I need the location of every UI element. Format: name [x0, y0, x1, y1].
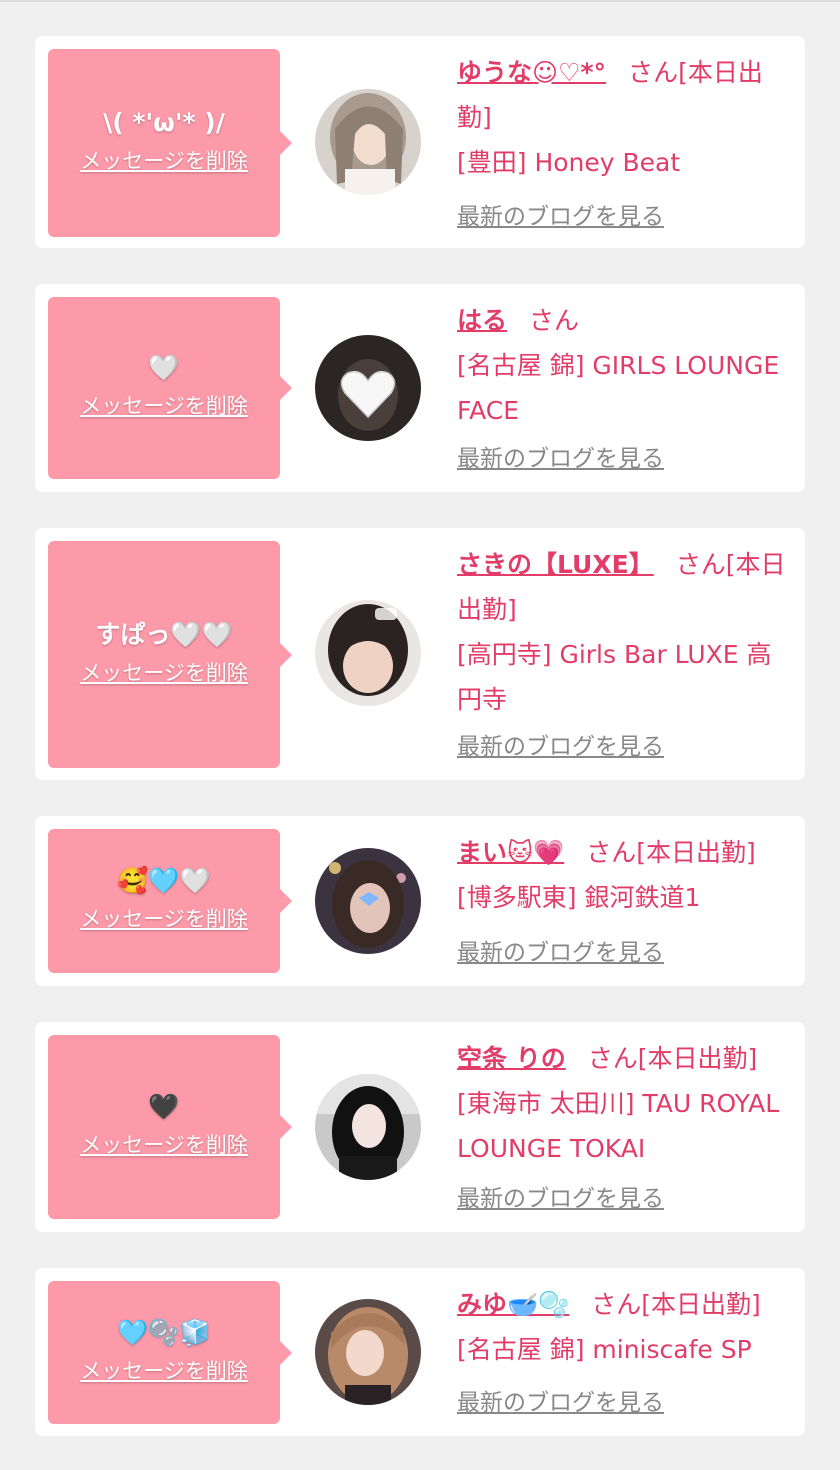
- favorite-card: 🩵🫧🧊 メッセージを削除 みゆ🥣🫧 さん[本日出勤] [名古屋 錦] minisc…: [35, 1268, 805, 1436]
- delete-message-link[interactable]: メッセージを削除: [80, 1132, 248, 1158]
- cast-name-link[interactable]: さきの【LUXE】: [457, 550, 654, 579]
- avatar[interactable]: [315, 89, 421, 195]
- message-text: 🤍: [148, 353, 180, 382]
- delete-message-link[interactable]: メッセージを削除: [80, 148, 248, 174]
- favorite-card: すぱっ🤍🤍 メッセージを削除 さきの【LUXE】 さん[本日出勤] [高円寺] G…: [35, 528, 805, 780]
- message-bubble: すぱっ🤍🤍 メッセージを削除: [48, 541, 292, 768]
- shop-name: [名古屋 錦] miniscafe SP: [457, 1335, 752, 1364]
- delete-message-link[interactable]: メッセージを削除: [80, 393, 248, 419]
- cast-info: みゆ🥣🫧 さん[本日出勤] [名古屋 錦] miniscafe SP: [457, 1282, 795, 1372]
- favorite-card: \( *'ω'* )/ メッセージを削除 ゆうな☺︎♡*° さん[本日出勤] [豊…: [35, 36, 805, 248]
- shop-name: [豊田] Honey Beat: [457, 148, 681, 177]
- favorite-card: 🖤 メッセージを削除 空条 りの さん[本日出勤] [東海市 太田川] TAU R…: [35, 1022, 805, 1232]
- latest-blog-link[interactable]: 最新のブログを見る: [457, 202, 664, 232]
- message-bubble: 🖤 メッセージを削除: [48, 1035, 292, 1219]
- cast-info: はる さん [名古屋 錦] GIRLS LOUNGE FACE: [457, 298, 795, 433]
- cast-name-link[interactable]: ゆうな☺︎♡*°: [457, 58, 606, 87]
- message-bubble: 🤍 メッセージを削除: [48, 297, 292, 479]
- cast-name-link[interactable]: はる: [457, 306, 507, 335]
- cast-suffix: さん: [529, 306, 580, 335]
- delete-message-link[interactable]: メッセージを削除: [80, 660, 248, 686]
- favorite-card: 🥰🩵🤍 メッセージを削除 まい🐱💗 さん[本日出勤] [博多駅東] 銀河鉄道1 最…: [35, 816, 805, 986]
- message-bubble: \( *'ω'* )/ メッセージを削除: [48, 49, 292, 237]
- avatar[interactable]: [315, 600, 421, 706]
- avatar[interactable]: [315, 335, 421, 441]
- message-bubble: 🥰🩵🤍 メッセージを削除: [48, 829, 292, 973]
- cast-suffix: さん[本日出勤]: [587, 1044, 758, 1073]
- message-text: 🖤: [148, 1092, 180, 1121]
- delete-message-link[interactable]: メッセージを削除: [80, 1358, 248, 1384]
- message-bubble: 🩵🫧🧊 メッセージを削除: [48, 1281, 292, 1424]
- shop-name: [博多駅東] 銀河鉄道1: [457, 883, 701, 912]
- message-text: \( *'ω'* )/: [103, 108, 225, 137]
- top-divider: [0, 0, 840, 2]
- latest-blog-link[interactable]: 最新のブログを見る: [457, 1388, 664, 1418]
- latest-blog-link[interactable]: 最新のブログを見る: [457, 1184, 664, 1214]
- cast-name-link[interactable]: 空条 りの: [457, 1044, 566, 1073]
- cast-info: まい🐱💗 さん[本日出勤] [博多駅東] 銀河鉄道1: [457, 830, 795, 920]
- favorite-card: 🤍 メッセージを削除 はる さん [名古屋 錦] GIRLS LOUNGE FAC…: [35, 284, 805, 492]
- latest-blog-link[interactable]: 最新のブログを見る: [457, 732, 664, 762]
- shop-name: [高円寺] Girls Bar LUXE 高円寺: [457, 640, 772, 714]
- message-text: すぱっ🤍🤍: [95, 619, 233, 649]
- cast-name-link[interactable]: まい🐱💗: [457, 838, 564, 867]
- cast-info: 空条 りの さん[本日出勤] [東海市 太田川] TAU ROYAL LOUNGE…: [457, 1036, 795, 1171]
- cast-info: ゆうな☺︎♡*° さん[本日出勤] [豊田] Honey Beat: [457, 50, 795, 185]
- shop-name: [東海市 太田川] TAU ROYAL LOUNGE TOKAI: [457, 1089, 780, 1163]
- delete-message-link[interactable]: メッセージを削除: [80, 906, 248, 932]
- cast-suffix: さん[本日出勤]: [591, 1290, 761, 1319]
- message-text: 🥰🩵🤍: [117, 866, 211, 895]
- avatar[interactable]: [315, 1299, 421, 1405]
- cast-name-link[interactable]: みゆ🥣🫧: [457, 1290, 569, 1319]
- shop-name: [名古屋 錦] GIRLS LOUNGE FACE: [457, 351, 780, 425]
- cast-info: さきの【LUXE】 さん[本日出勤] [高円寺] Girls Bar LUXE 高…: [457, 542, 795, 722]
- cast-suffix: さん[本日出勤]: [586, 838, 756, 867]
- avatar[interactable]: [315, 848, 421, 954]
- avatar[interactable]: [315, 1074, 421, 1180]
- latest-blog-link[interactable]: 最新のブログを見る: [457, 938, 664, 968]
- message-text: 🩵🫧🧊: [117, 1317, 211, 1347]
- latest-blog-link[interactable]: 最新のブログを見る: [457, 444, 664, 474]
